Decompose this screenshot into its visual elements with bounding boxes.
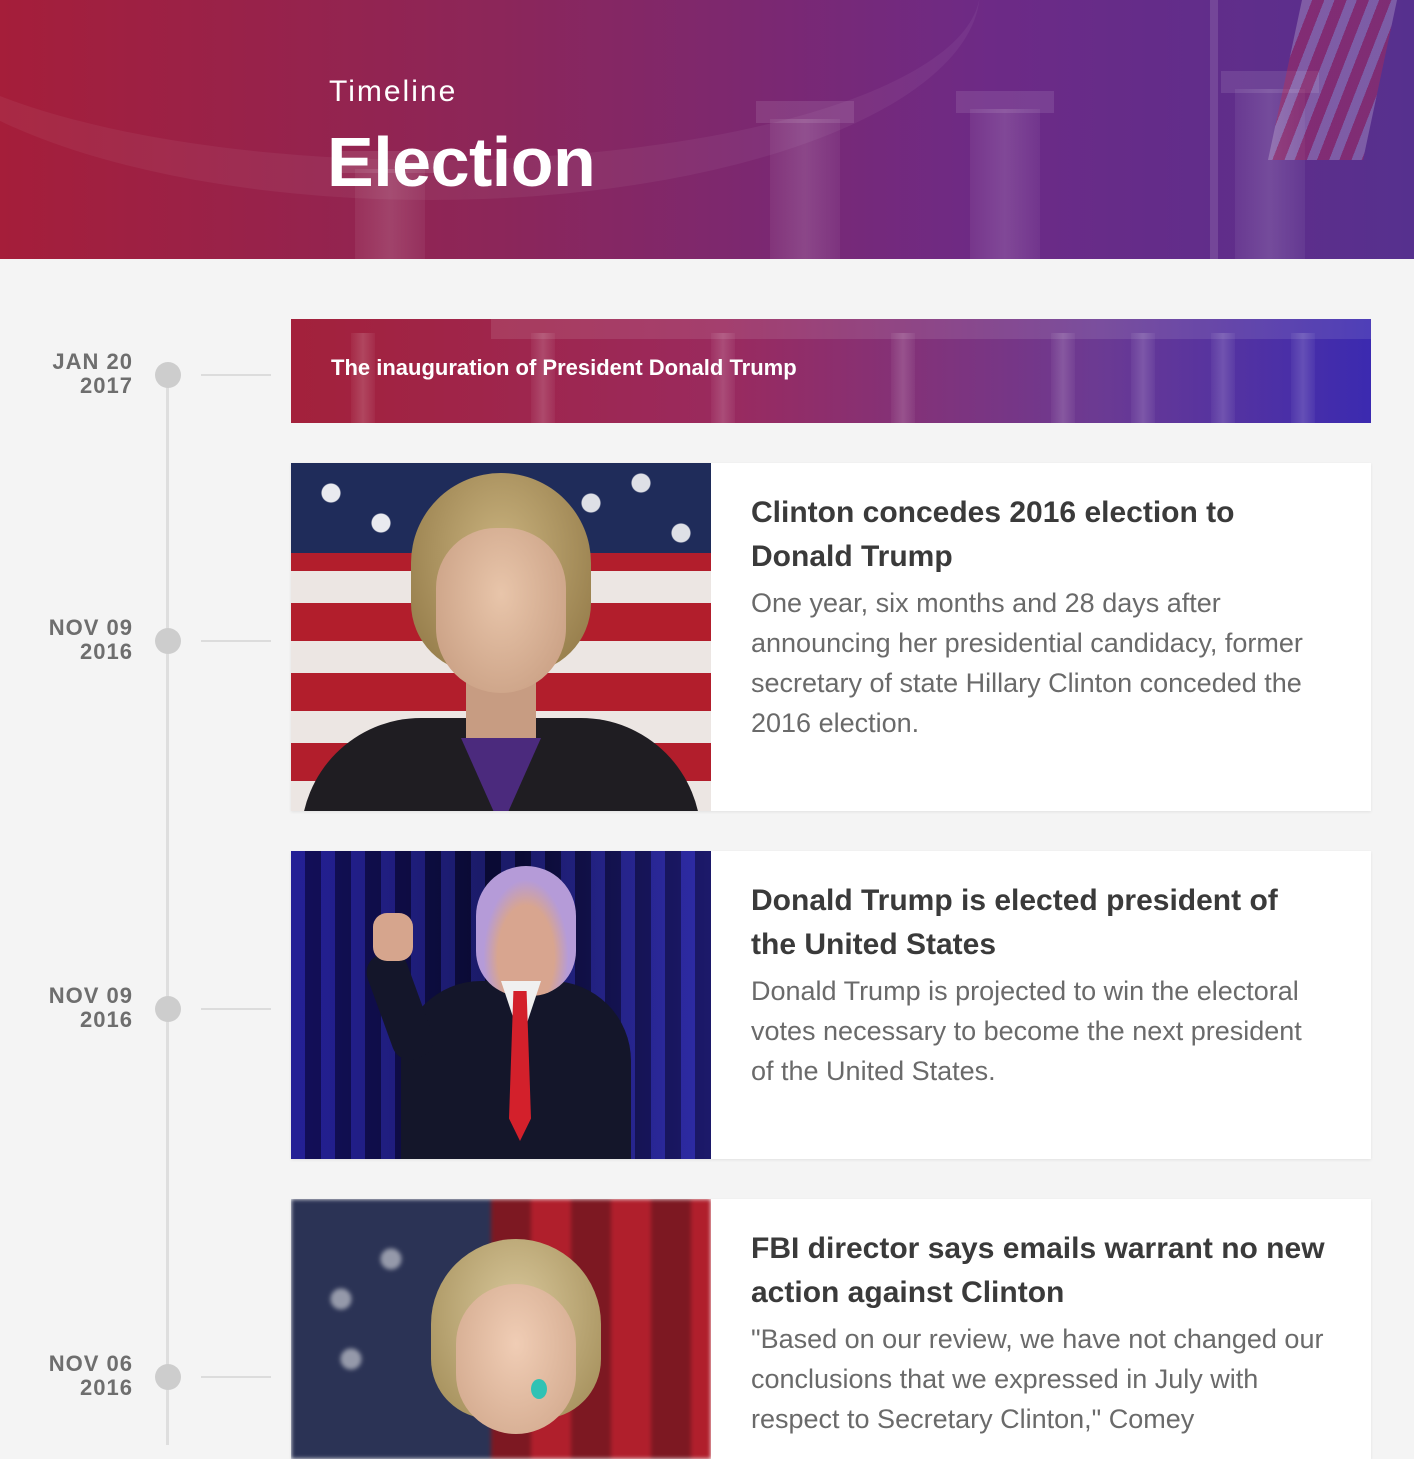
banner-column-graphic — [1131, 333, 1155, 423]
story-thumbnail — [291, 1199, 711, 1459]
story-thumbnail — [291, 851, 711, 1159]
story-summary: Donald Trump is projected to win the ele… — [751, 976, 1302, 1086]
portrait-graphic — [431, 1239, 601, 1459]
timeline-date-year: 2016 — [80, 1007, 133, 1032]
timeline-marker: NOV 09 2016 — [0, 616, 280, 676]
timeline-marker: NOV 06 2016 — [0, 1352, 280, 1412]
story-body: Donald Trump is elected president of the… — [751, 879, 1331, 1091]
story-body: FBI director says emails warrant no new … — [751, 1227, 1331, 1439]
banner-column-graphic — [1051, 333, 1075, 423]
timeline-date-day: JAN 20 — [52, 349, 133, 374]
banner-title: The inauguration of President Donald Tru… — [331, 355, 797, 380]
story-card-fbi-emails[interactable]: FBI director says emails warrant no new … — [291, 1199, 1371, 1459]
header-flag-graphic — [1267, 0, 1398, 160]
story-title: FBI director says emails warrant no new … — [751, 1232, 1325, 1309]
timeline-marker: JAN 20 2017 — [0, 350, 280, 410]
story-summary: One year, six months and 28 days after a… — [751, 588, 1303, 738]
story-title: Clinton concedes 2016 election to Donald… — [751, 496, 1235, 573]
story-card-trump-elected[interactable]: Donald Trump is elected president of the… — [291, 851, 1371, 1159]
story-body: Clinton concedes 2016 election to Donald… — [751, 491, 1331, 743]
story-summary: "Based on our review, we have not change… — [751, 1324, 1324, 1434]
banner-column-graphic — [1291, 333, 1315, 423]
timeline-connector — [201, 1376, 271, 1378]
timeline-date-year: 2017 — [80, 373, 133, 398]
timeline-dot — [155, 996, 181, 1022]
timeline-date: JAN 20 2017 — [52, 350, 133, 398]
timeline-date-year: 2016 — [80, 639, 133, 664]
section-eyebrow: Timeline — [329, 75, 458, 108]
timeline-date-day: NOV 06 — [48, 1351, 133, 1376]
inauguration-banner-link[interactable]: The inauguration of President Donald Tru… — [291, 319, 1371, 423]
timeline-connector — [201, 640, 271, 642]
timeline-dot — [155, 362, 181, 388]
header-flagpole-graphic — [1210, 0, 1218, 259]
story-card-clinton-concedes[interactable]: Clinton concedes 2016 election to Donald… — [291, 463, 1371, 811]
timeline-dot — [155, 1364, 181, 1390]
timeline-date: NOV 06 2016 — [49, 1352, 133, 1400]
timeline-rail — [166, 375, 169, 1445]
timeline-date: NOV 09 2016 — [49, 616, 133, 664]
banner-column-graphic — [891, 333, 915, 423]
timeline-marker: NOV 09 2016 — [0, 984, 280, 1044]
banner-column-graphic — [1211, 333, 1235, 423]
timeline-date-day: NOV 09 — [48, 983, 133, 1008]
portrait-graphic — [301, 473, 701, 811]
timeline-dot — [155, 628, 181, 654]
header-column-graphic — [756, 101, 854, 259]
banner-building-graphic — [491, 319, 1371, 339]
page-header: Timeline Election — [0, 0, 1414, 259]
timeline-connector — [201, 374, 271, 376]
timeline-date-day: NOV 09 — [48, 615, 133, 640]
timeline-date-year: 2016 — [80, 1375, 133, 1400]
story-title: Donald Trump is elected president of the… — [751, 884, 1278, 961]
timeline-date: NOV 09 2016 — [49, 984, 133, 1032]
page-title: Election — [327, 123, 596, 201]
story-thumbnail — [291, 463, 711, 811]
header-column-graphic — [956, 91, 1054, 259]
timeline-connector — [201, 1008, 271, 1010]
